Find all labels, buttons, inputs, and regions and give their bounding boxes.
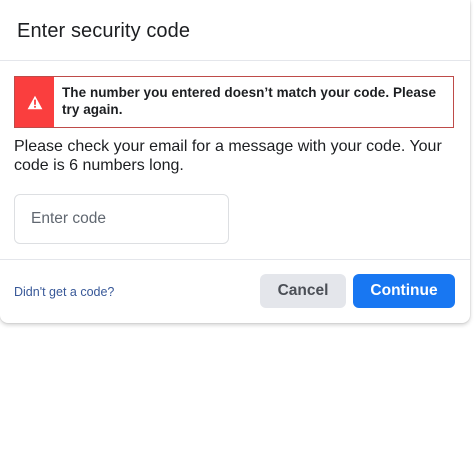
security-code-dialog: Enter security code The number you enter… (0, 0, 470, 323)
warning-icon (27, 95, 43, 110)
dialog-header: Enter security code (0, 0, 470, 61)
dialog-title: Enter security code (17, 19, 191, 42)
footer-divider (0, 259, 470, 260)
resend-code-link[interactable]: Didn't get a code? (14, 285, 114, 299)
instructions-text: Please check your email for a message wi… (14, 138, 442, 174)
error-banner: The number you entered doesn’t match you… (14, 76, 454, 128)
continue-button[interactable]: Continue (353, 274, 455, 308)
error-message: The number you entered doesn’t match you… (62, 85, 437, 117)
cancel-button[interactable]: Cancel (260, 274, 346, 308)
code-input[interactable] (14, 194, 229, 244)
error-icon-box (15, 77, 54, 127)
